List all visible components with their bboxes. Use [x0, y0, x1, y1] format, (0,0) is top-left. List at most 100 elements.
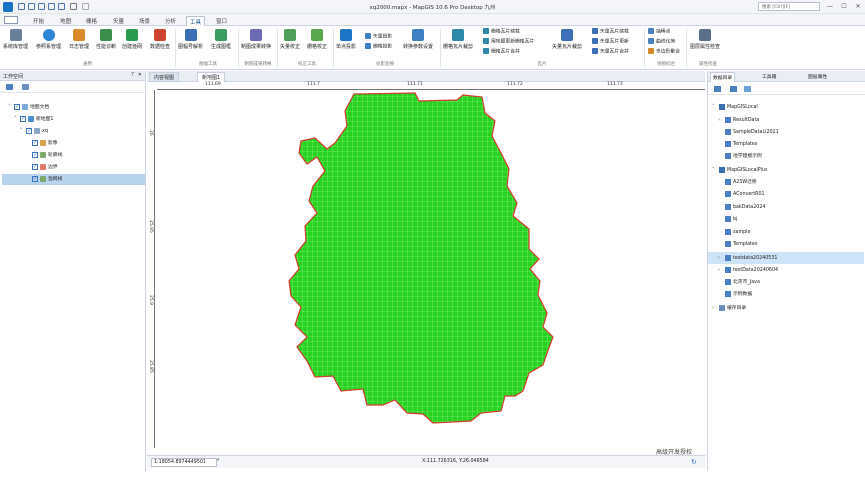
- tab-raster[interactable]: 栅格: [83, 16, 100, 26]
- refresh-icon[interactable]: [22, 84, 29, 90]
- raster-tile-clip-button[interactable]: 栅格瓦片裁剪: [443, 29, 473, 50]
- raster-tile-merge-button[interactable]: 栅格瓦片合并: [483, 48, 520, 57]
- close-icon[interactable]: ✕: [138, 72, 142, 78]
- tile-update-icon: [592, 38, 598, 44]
- fishnet-map-svg: [288, 92, 554, 424]
- catalog-node[interactable]: 示例数据: [718, 289, 752, 301]
- tab-layer-properties[interactable]: 图层属性: [806, 72, 829, 82]
- layer-attribute-check-button[interactable]: 图层属性检查: [690, 29, 720, 50]
- tab-window[interactable]: 窗口: [213, 16, 230, 26]
- map-canvas[interactable]: [157, 91, 705, 448]
- refresh-icon[interactable]: [744, 86, 751, 92]
- image-layer-icon: [40, 139, 46, 146]
- ribbon-separator: [440, 29, 441, 67]
- ruler-label: 26: [148, 130, 153, 136]
- data-check-button[interactable]: 数据检查: [150, 29, 170, 50]
- catalog-node-mapgislocal[interactable]: ˅ MapGISLocal: [712, 101, 758, 113]
- workspace-panel: 工作空间 ⊤ ✕ ˅地图文档 ˅新地图1 ˅xq 影像 轮廓线 边界 渔网线: [0, 71, 146, 471]
- tree-node-new-map[interactable]: ˅新地图1: [14, 114, 53, 125]
- tab-new-map[interactable]: 新地图1: [197, 72, 226, 82]
- group-label-cartographic: 制图成果转换: [244, 62, 272, 67]
- tile-icon: [592, 28, 598, 34]
- vector-tile-update-button[interactable]: 矢量瓦片更新: [592, 38, 629, 47]
- single-point-projection-button[interactable]: 单点投影: [336, 29, 356, 50]
- log-management-button[interactable]: 日志管理: [69, 29, 89, 50]
- catalog-node[interactable]: 北京市_Java: [718, 277, 760, 289]
- add-icon[interactable]: [6, 84, 13, 90]
- system-menu-button[interactable]: [4, 16, 18, 24]
- aggregate-polygons-button[interactable]: 多边形聚合: [648, 48, 680, 57]
- tab-start[interactable]: 开始: [30, 16, 47, 26]
- system-library-button[interactable]: 系统库管理: [3, 29, 28, 50]
- vector-tile-merge-button[interactable]: 矢量瓦片合并: [592, 48, 629, 57]
- ruler-label: 111.7: [307, 82, 320, 87]
- raster-projection-button[interactable]: 栅格投影: [365, 43, 392, 52]
- generate-frame-button[interactable]: 生成图框: [211, 29, 231, 50]
- scale-dropdown-icon[interactable]: ▾: [217, 458, 223, 467]
- tree-node-image[interactable]: 影像: [32, 138, 58, 149]
- tree-node-boundary[interactable]: 边界: [32, 162, 58, 173]
- vector-correction-button[interactable]: 矢量校正: [280, 29, 300, 50]
- catalog-node[interactable]: sample: [718, 227, 750, 239]
- tree-node-map-document[interactable]: ˅地图文档: [8, 102, 49, 113]
- vector-tile-clip-button[interactable]: 矢量瓦片裁剪: [552, 29, 582, 50]
- coordinate-readout: X:111.726316, Y:26.046584: [422, 459, 489, 464]
- tree-node-contour[interactable]: 轮廓线: [32, 150, 62, 161]
- minimize-button[interactable]: —: [826, 3, 834, 11]
- catalog-node[interactable]: Templates: [718, 139, 757, 151]
- workspace-panel-header: 工作空间 ⊤ ✕: [0, 71, 145, 81]
- tab-toolbox[interactable]: 工具箱: [760, 72, 778, 82]
- catalog-node-selected[interactable]: › testdata20240531: [708, 252, 864, 264]
- tree-node-fishnet[interactable]: 渔网线: [2, 174, 145, 185]
- sheet-number-parse-button[interactable]: 图幅号解析: [178, 29, 203, 50]
- fishnet-region[interactable]: [288, 92, 554, 424]
- performance-icon: [100, 29, 112, 41]
- catalog-node-cache[interactable]: › 缓存目录: [712, 302, 746, 314]
- tab-analysis[interactable]: 分析: [162, 16, 179, 26]
- create-fishnet-button[interactable]: 创建渔网: [122, 29, 142, 50]
- thin-points-button[interactable]: 抽稀点: [648, 28, 670, 37]
- vector-tile-continue-button[interactable]: 矢量瓦片续裁: [592, 28, 629, 37]
- tab-tools[interactable]: 工具: [186, 16, 206, 26]
- tile-icon: [483, 28, 489, 34]
- connect-icon[interactable]: [714, 86, 721, 92]
- tree-node-xq[interactable]: ˅xq: [20, 126, 48, 137]
- catalog-node[interactable]: Templates: [718, 239, 757, 251]
- scale-input[interactable]: 1:18054.8974449501: [151, 458, 217, 467]
- raster-correction-button[interactable]: 栅格校正: [307, 29, 327, 50]
- filter-icon[interactable]: [730, 86, 737, 92]
- map-document-icon: [22, 103, 28, 110]
- catalog-node[interactable]: 地学建模示例: [718, 151, 762, 163]
- performance-diagnosis-button[interactable]: 性能诊断: [96, 29, 116, 50]
- group-label-projection: 投影变换: [376, 62, 394, 67]
- refresh-icon[interactable]: ↻: [691, 458, 699, 466]
- update-raster-tile-button[interactable]: 用地图更新栅格瓦片: [483, 38, 534, 47]
- tab-scene[interactable]: 场景: [136, 16, 153, 26]
- cartographic-conversion-button[interactable]: 制图成果转换: [241, 29, 271, 50]
- raster-tile-continue-button[interactable]: 栅格瓦片续裁: [483, 28, 520, 37]
- catalog-node-mapgislocalplus[interactable]: ˅ MapGISLocalPlus: [712, 164, 768, 176]
- database-icon: [725, 254, 731, 261]
- search-input[interactable]: 搜索 [Ctrl][F]: [758, 2, 820, 11]
- tab-data-catalog[interactable]: 数据目录: [710, 72, 736, 82]
- database-icon: [725, 116, 731, 123]
- menu-bar: 开始 地图 栅格 矢量 场景 分析 工具 窗口: [0, 14, 865, 26]
- tab-map[interactable]: 地图: [57, 16, 74, 26]
- catalog-node[interactable]: SampleDataLi2021: [718, 127, 779, 139]
- tab-vector[interactable]: 矢量: [110, 16, 127, 26]
- simplify-curve-button[interactable]: 曲线化简: [648, 38, 675, 47]
- catalog-node[interactable]: bakData2024: [718, 202, 765, 214]
- catalog-node[interactable]: › ResultData: [718, 114, 759, 126]
- reference-system-button[interactable]: 参照系管理: [36, 29, 61, 50]
- transform-parameter-button[interactable]: 转换参数设置: [403, 29, 433, 50]
- catalog-node[interactable]: AConvertR01: [718, 189, 765, 201]
- catalog-node[interactable]: bj: [718, 214, 737, 226]
- catalog-node[interactable]: A2SW迁移: [718, 177, 757, 189]
- tab-content-view[interactable]: 内容视图: [149, 72, 180, 82]
- catalog-node[interactable]: › testData20240604: [718, 264, 778, 276]
- pin-icon[interactable]: ⊤: [131, 72, 135, 78]
- right-panel-tabs: 数据目录 工具箱 图层属性: [708, 71, 865, 82]
- vector-projection-button[interactable]: 矢量投影: [365, 33, 392, 42]
- close-button[interactable]: ✕: [854, 3, 862, 11]
- maximize-button[interactable]: ☐: [840, 3, 848, 11]
